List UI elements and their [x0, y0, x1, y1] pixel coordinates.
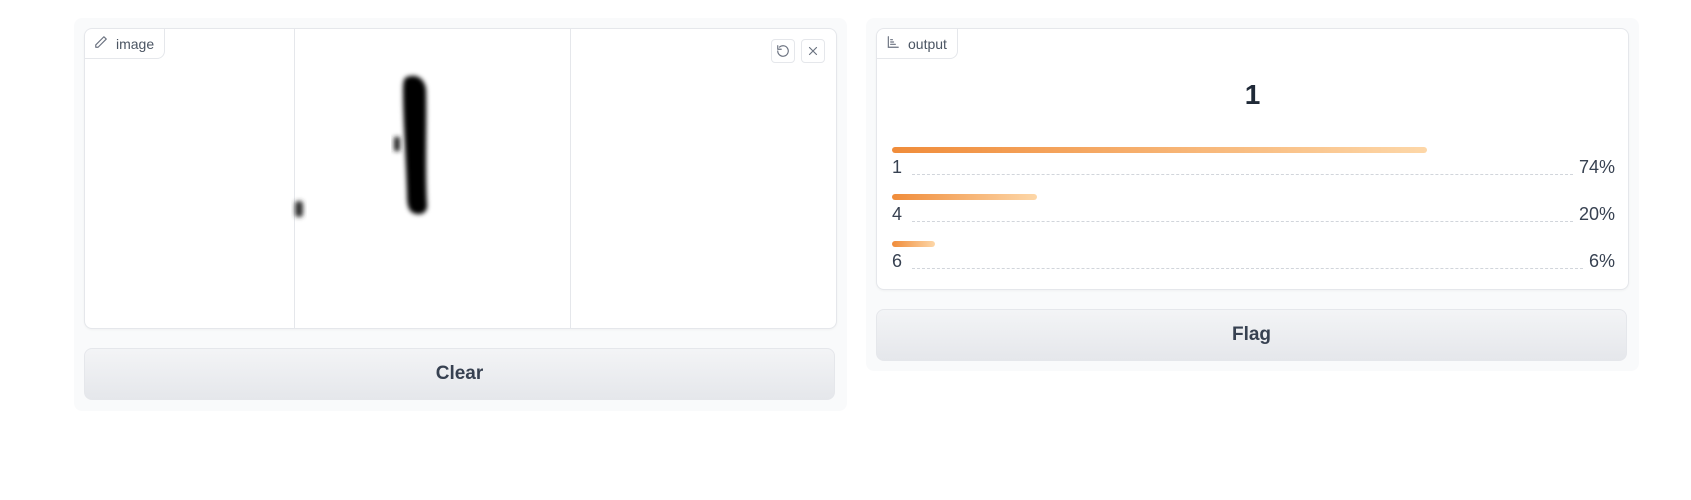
confidence-dotted-line: [912, 220, 1573, 222]
close-icon: [806, 44, 820, 58]
flag-button[interactable]: Flag: [876, 309, 1627, 361]
confidence-dotted-line: [912, 267, 1583, 269]
confidence-row: 4 20%: [892, 194, 1615, 236]
bar-chart-icon: [886, 35, 900, 52]
drawing-canvas[interactable]: [85, 29, 836, 328]
confidence-bar: [892, 241, 935, 247]
predicted-label: 1: [1244, 79, 1261, 110]
pencil-icon: [94, 35, 108, 52]
confidence-value: 20%: [1578, 204, 1615, 224]
undo-icon: [776, 44, 790, 58]
confidence-dotted-line: [912, 173, 1573, 175]
confidence-value: 74%: [1578, 157, 1615, 177]
confidence-value: 6%: [1588, 251, 1615, 271]
sketchpad[interactable]: image: [84, 28, 837, 329]
clear-button[interactable]: Clear: [84, 348, 835, 400]
image-input-panel: image Clear: [74, 18, 847, 411]
confidence-label: 6: [892, 251, 903, 271]
output-panel: output 1 1 74% 4 20% 6 6% Flag: [866, 18, 1639, 371]
confidence-bar: [892, 147, 1427, 153]
close-button[interactable]: [801, 39, 825, 63]
output-label: output: [908, 35, 947, 52]
image-label: image: [116, 35, 155, 52]
output-label-tag: output: [877, 29, 958, 59]
image-label-tag: image: [85, 29, 166, 59]
confidence-row: 1 74%: [892, 147, 1615, 189]
drawn-stroke: [295, 75, 428, 217]
undo-button[interactable]: [771, 39, 795, 63]
confidence-row: 6 6%: [892, 241, 1615, 283]
confidence-label: 1: [892, 157, 903, 177]
label-output: output 1 1 74% 4 20% 6 6%: [876, 28, 1629, 290]
confidence-bar: [892, 194, 1037, 200]
confidence-label: 4: [892, 204, 903, 224]
